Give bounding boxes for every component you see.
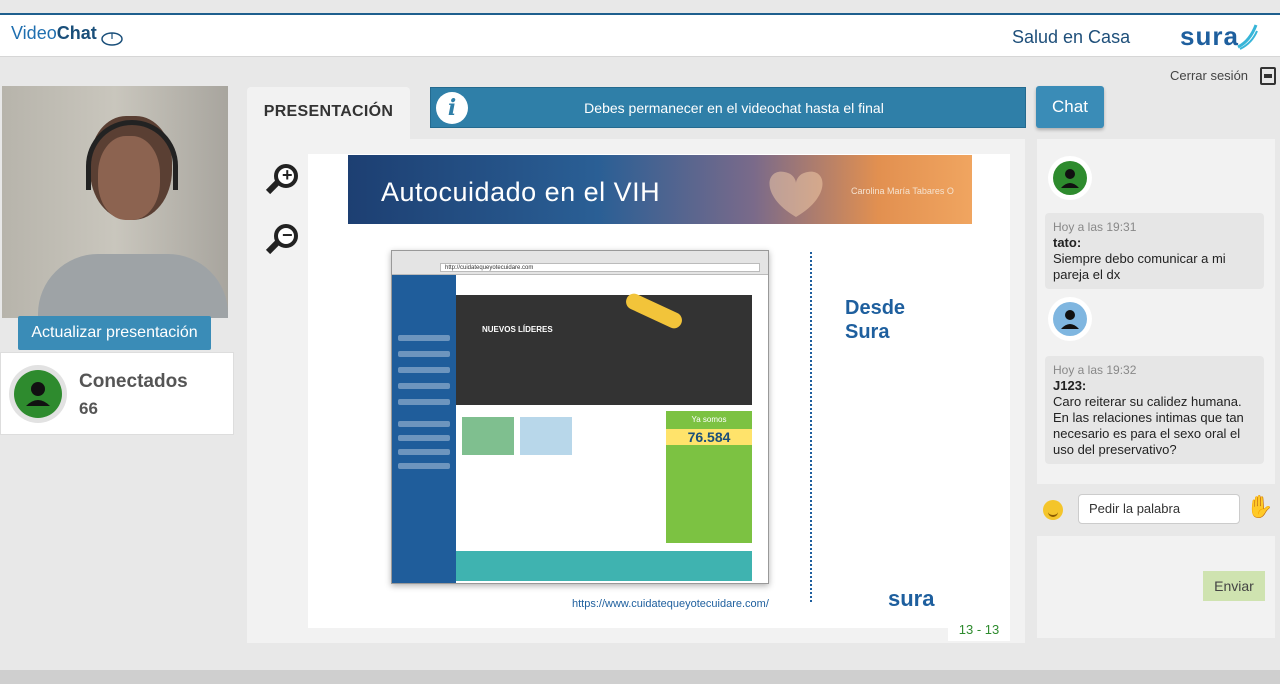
person-icon <box>26 382 50 406</box>
site-hero: NUEVOS LÍDERES <box>456 291 752 405</box>
bottom-strip <box>0 670 1280 684</box>
app-header: VideoChat Salud en Casa sura <box>0 15 1280 57</box>
chat-avatar <box>1048 297 1092 341</box>
site-footer <box>456 551 752 581</box>
slide-divider <box>810 252 812 602</box>
logo-chat-text: Chat <box>56 23 97 43</box>
site-hero-heading: NUEVOS LÍDERES <box>482 325 553 334</box>
zoom-out-icon[interactable]: − <box>264 222 300 258</box>
chat-message-text: Siempre debo comunicar a mi pareja el dx <box>1053 251 1226 282</box>
videochat-logo: VideoChat <box>11 23 97 44</box>
slide-title: Autocuidado en el VIH <box>381 177 661 207</box>
site-nav-item <box>398 335 450 341</box>
slide-banner: Autocuidado en el VIH Carolina María Tab… <box>348 155 972 224</box>
logout-icon[interactable] <box>1260 67 1276 85</box>
site-counter-box: 76.584 Ya somos <box>666 411 752 543</box>
raise-hand-button[interactable]: Pedir la palabra <box>1078 494 1240 524</box>
site-news-image <box>520 417 572 455</box>
lightbulb-rocket-icon <box>623 291 685 331</box>
site-nav-item <box>398 367 450 373</box>
slide-website-screenshot: http://cuidatequeyotecuidare.com NUEVOS … <box>391 250 769 584</box>
slide-sura-logo: sura <box>888 586 935 611</box>
connected-label: Conectados <box>79 371 188 392</box>
site-nav-item <box>398 383 450 389</box>
zoom-in-icon[interactable]: + <box>264 162 300 198</box>
slide-side-line1: Desde <box>845 297 906 319</box>
top-strip <box>0 0 1280 14</box>
tab-chat[interactable]: Chat <box>1036 86 1104 128</box>
chat-avatar-fill <box>1053 161 1087 195</box>
connected-count: 66 <box>79 399 98 418</box>
site-nav-item <box>398 435 450 441</box>
slide-side-text: Desde Sura <box>845 296 905 344</box>
chat-message-text: Caro reiterar su calidez humana. En las … <box>1053 394 1244 457</box>
video-person-body <box>38 254 228 318</box>
browser-chrome: http://cuidatequeyotecuidare.com <box>392 251 768 275</box>
doctor-icon <box>1061 310 1079 329</box>
mouse-icon <box>101 32 123 46</box>
site-nav-item <box>398 421 450 427</box>
chat-message-time: Hoy a las 19:31 <box>1053 220 1137 234</box>
user-avatar-icon <box>14 370 62 418</box>
site-nav-item <box>398 399 450 405</box>
slide-side-line2: Sura <box>845 321 890 343</box>
chat-message-user: J123: <box>1053 378 1087 393</box>
logout-link[interactable]: Cerrar sesión <box>1170 68 1248 83</box>
site-nav-item <box>398 449 450 455</box>
raise-hand-icon[interactable]: ✋ <box>1246 494 1273 520</box>
tab-presentation[interactable]: PRESENTACIÓN <box>247 87 410 139</box>
notice-text: Debes permanecer en el videochat hasta e… <box>584 100 884 116</box>
slide-author: Carolina María Tabares O <box>851 186 954 196</box>
chat-avatar-fill <box>1053 302 1087 336</box>
notice-bar: i Debes permanecer en el videochat hasta… <box>430 87 1026 128</box>
browser-url: http://cuidatequeyotecuidare.com <box>440 263 760 272</box>
logo-video-text: Video <box>11 23 57 43</box>
presentation-slide: Autocuidado en el VIH Carolina María Tab… <box>308 154 1010 628</box>
product-title: Salud en Casa <box>1012 27 1131 47</box>
chat-message: Hoy a las 19:32 J123: Caro reiterar su c… <box>1045 356 1264 464</box>
site-counter-value: 76.584 <box>666 429 752 445</box>
site-sidebar <box>392 275 456 583</box>
chat-avatar <box>1048 156 1092 200</box>
send-button[interactable]: Enviar <box>1203 571 1265 601</box>
site-nav-item <box>398 351 450 357</box>
site-nav-item <box>398 463 450 469</box>
update-presentation-button[interactable]: Actualizar presentación <box>18 316 211 350</box>
chat-message-time: Hoy a las 19:32 <box>1053 363 1137 377</box>
page-indicator: 13 - 13 <box>948 619 1010 641</box>
site-news-image <box>462 417 514 455</box>
chat-message-user: tato: <box>1053 235 1082 250</box>
video-feed <box>2 86 228 318</box>
emoji-icon[interactable] <box>1043 500 1063 520</box>
site-counter-label: Ya somos <box>691 415 727 424</box>
sura-swoosh-icon <box>1237 24 1258 50</box>
connected-panel: Conectados 66 <box>0 352 234 435</box>
sura-logo: sura <box>1180 21 1239 51</box>
person-icon <box>1061 169 1079 188</box>
user-avatar <box>9 365 67 423</box>
slide-footer-url: https://www.cuidatequeyotecuidare.com/ <box>572 598 769 610</box>
heart-hands-icon <box>769 171 823 217</box>
chat-message: Hoy a las 19:31 tato: Siempre debo comun… <box>1045 213 1264 289</box>
